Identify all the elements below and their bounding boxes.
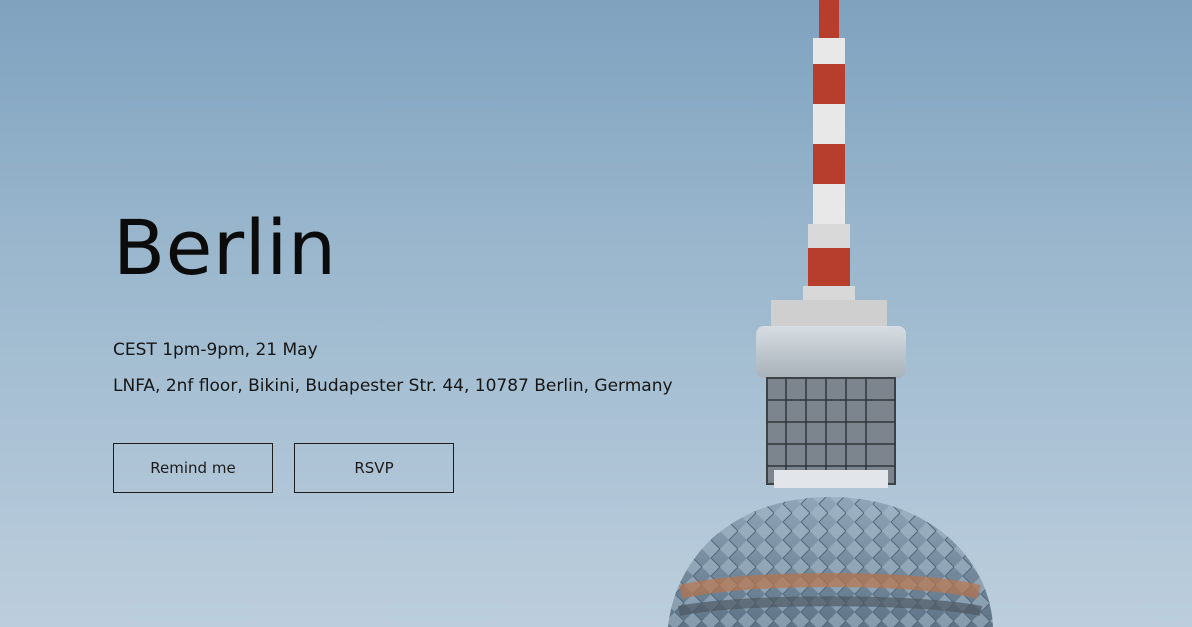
event-actions: Remind me RSVP <box>113 443 673 493</box>
remind-me-button[interactable]: Remind me <box>113 443 273 493</box>
event-time: CEST 1pm-9pm, 21 May <box>113 340 318 360</box>
event-hero: Berlin CEST 1pm-9pm, 21 May LNFA, 2nf fl… <box>0 0 1192 627</box>
event-meta: CEST 1pm-9pm, 21 May LNFA, 2nf floor, Bi… <box>113 338 673 398</box>
event-content: Berlin CEST 1pm-9pm, 21 May LNFA, 2nf fl… <box>113 210 673 493</box>
city-title: Berlin <box>113 203 337 292</box>
rsvp-button[interactable]: RSVP <box>294 443 454 493</box>
event-location: LNFA, 2nf floor, Bikini, Budapester Str.… <box>113 376 673 396</box>
